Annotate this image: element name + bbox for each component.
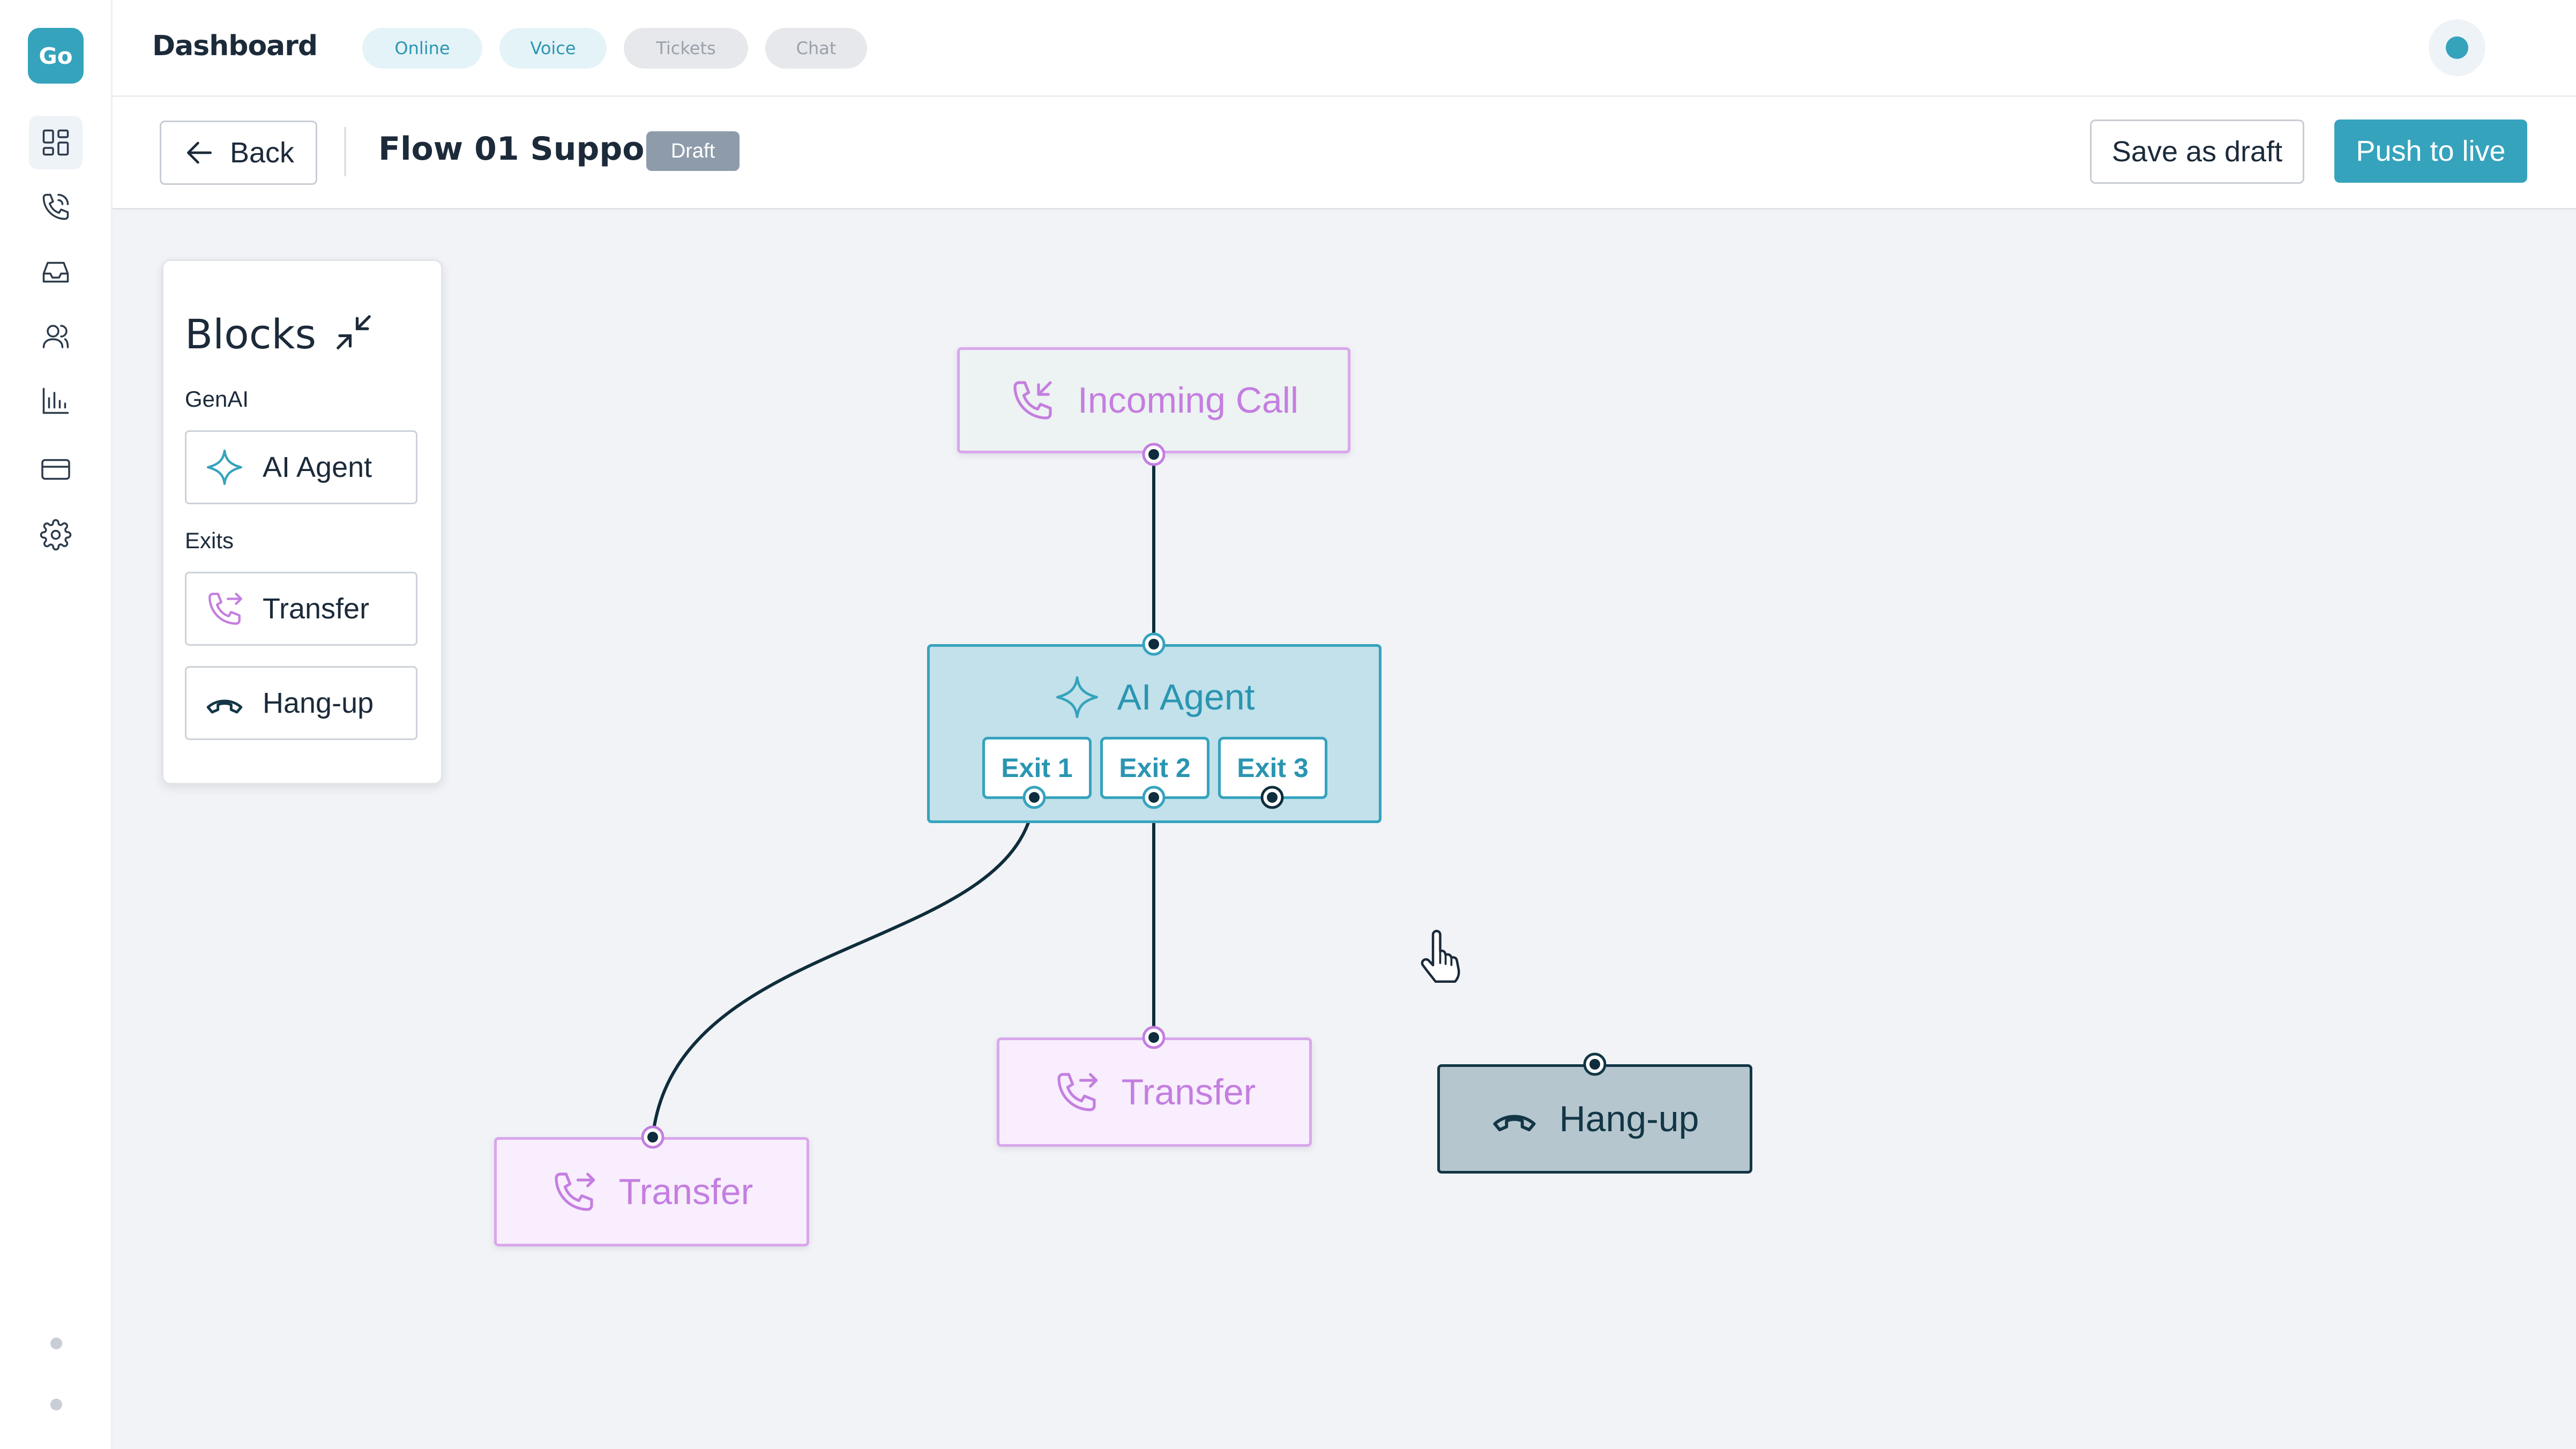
palette-section-genai: GenAI [185, 386, 249, 412]
palette-block-hang-up[interactable]: Hang-up [185, 666, 417, 740]
palette-block-transfer[interactable]: Transfer [185, 572, 417, 646]
blocks-palette: Blocks GenAI AI Agent Exits Transfer Han… [162, 259, 443, 785]
hang-up-icon [206, 699, 243, 714]
status-badge: Draft [646, 131, 740, 171]
flow-toolbar: Back Flow 01 Support Draft Save as draft… [113, 97, 2576, 210]
chip-voice[interactable]: Voice [499, 28, 607, 69]
node-hang-up[interactable]: Hang-up [1437, 1064, 1752, 1174]
palette-block-label: Hang-up [263, 687, 374, 719]
app-window: Go Dashboard Online Voice Tickets Chat B… [0, 0, 2576, 1449]
exit-1-port[interactable]: Exit 1 [982, 737, 1092, 799]
chip-tickets[interactable]: Tickets [624, 28, 748, 69]
node-transfer-left[interactable]: Transfer [494, 1137, 809, 1246]
nav-analytics[interactable] [29, 374, 83, 428]
billing-card-icon [41, 459, 70, 480]
chip-chat[interactable]: Chat [765, 28, 867, 69]
arrow-left-icon [186, 141, 212, 164]
phone-transfer-icon [555, 1172, 595, 1211]
node-label: Incoming Call [1078, 380, 1298, 421]
rail-indicator-dot [50, 1338, 62, 1349]
incoming-call-icon [1013, 381, 1052, 420]
push-to-live-button[interactable]: Push to live [2334, 119, 2527, 183]
nav-calls[interactable] [29, 180, 83, 234]
back-label: Back [229, 137, 295, 169]
users-icon [42, 325, 69, 348]
rail-indicator-dot [50, 1399, 62, 1410]
node-incoming-call[interactable]: Incoming Call [957, 347, 1350, 453]
palette-title: Blocks [185, 310, 317, 358]
header-title: Dashboard [152, 30, 318, 62]
node-header: AI Agent [930, 674, 1379, 721]
exit-2-port[interactable]: Exit 2 [1100, 737, 1209, 799]
node-ai-agent[interactable]: AI Agent Exit 1 Exit 2 Exit 3 [927, 644, 1382, 823]
nav-billing[interactable] [29, 443, 83, 496]
sparkle-icon [207, 450, 242, 485]
inbox-icon [42, 262, 69, 283]
collapse-icon[interactable] [333, 311, 375, 353]
hang-up-icon [1492, 1115, 1536, 1132]
node-label: Transfer [1121, 1072, 1256, 1112]
top-header: Dashboard Online Voice Tickets Chat [113, 0, 2576, 97]
node-label: Hang-up [1559, 1099, 1699, 1139]
toolbar-divider [344, 127, 346, 176]
exit-3-port[interactable]: Exit 3 [1218, 737, 1327, 799]
nav-dashboard[interactable] [29, 116, 83, 169]
analytics-icon [42, 387, 69, 414]
phone-icon [42, 193, 69, 220]
node-label: Transfer [618, 1171, 753, 1212]
dashboard-icon [42, 129, 69, 156]
palette-block-label: Transfer [263, 593, 370, 625]
palette-section-exits: Exits [185, 528, 234, 553]
user-status-indicator[interactable] [2429, 19, 2485, 76]
nav-users[interactable] [29, 310, 83, 363]
nav-inbox[interactable] [29, 245, 83, 299]
phone-transfer-icon [208, 593, 242, 625]
node-label: AI Agent [1117, 677, 1255, 718]
hand-pointer-cursor-icon [1421, 930, 1460, 983]
left-nav-rail: Go [0, 0, 113, 1449]
palette-block-label: AI Agent [263, 451, 372, 483]
node-transfer-center[interactable]: Transfer [997, 1037, 1312, 1147]
chip-online[interactable]: Online [362, 28, 482, 69]
back-button[interactable]: Back [160, 121, 317, 185]
nav-settings[interactable] [29, 508, 83, 562]
settings-gear-icon [40, 519, 72, 551]
palette-block-ai-agent[interactable]: AI Agent [185, 430, 417, 504]
app-logo[interactable]: Go [28, 28, 84, 84]
save-draft-button[interactable]: Save as draft [2090, 119, 2304, 184]
phone-transfer-icon [1057, 1073, 1097, 1111]
sparkle-icon [1056, 676, 1099, 719]
flow-title: Flow 01 Support [378, 130, 676, 168]
